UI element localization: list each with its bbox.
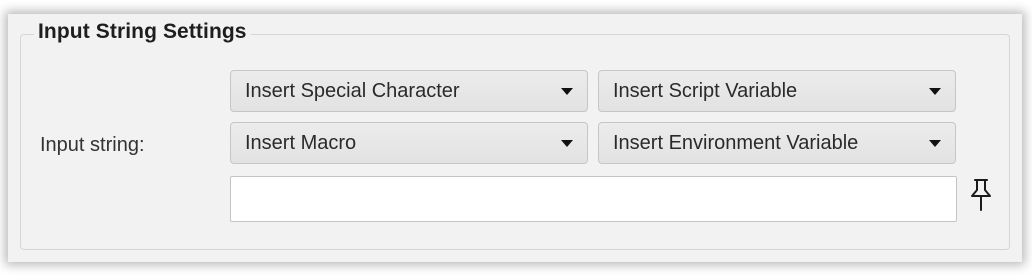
insert-environment-variable-dropdown[interactable]: Insert Environment Variable bbox=[598, 122, 956, 164]
insert-special-character-dropdown[interactable]: Insert Special Character bbox=[230, 70, 588, 112]
caret-down-icon bbox=[929, 88, 941, 95]
dropdown-label: Insert Script Variable bbox=[613, 80, 798, 102]
caret-down-icon bbox=[561, 88, 573, 95]
insert-script-variable-dropdown[interactable]: Insert Script Variable bbox=[598, 70, 956, 112]
insert-macro-dropdown[interactable]: Insert Macro bbox=[230, 122, 588, 164]
input-string-field[interactable] bbox=[230, 176, 957, 222]
caret-down-icon bbox=[561, 140, 573, 147]
caret-down-icon bbox=[929, 140, 941, 147]
settings-panel: Input String Settings Input string: Inse… bbox=[8, 14, 1022, 262]
dropdown-label: Insert Environment Variable bbox=[613, 132, 859, 154]
input-string-label: Input string: bbox=[40, 134, 145, 156]
pin-icon[interactable] bbox=[966, 178, 996, 212]
dropdown-label: Insert Special Character bbox=[245, 80, 460, 102]
group-title: Input String Settings bbox=[34, 20, 251, 44]
dropdown-label: Insert Macro bbox=[245, 132, 357, 154]
